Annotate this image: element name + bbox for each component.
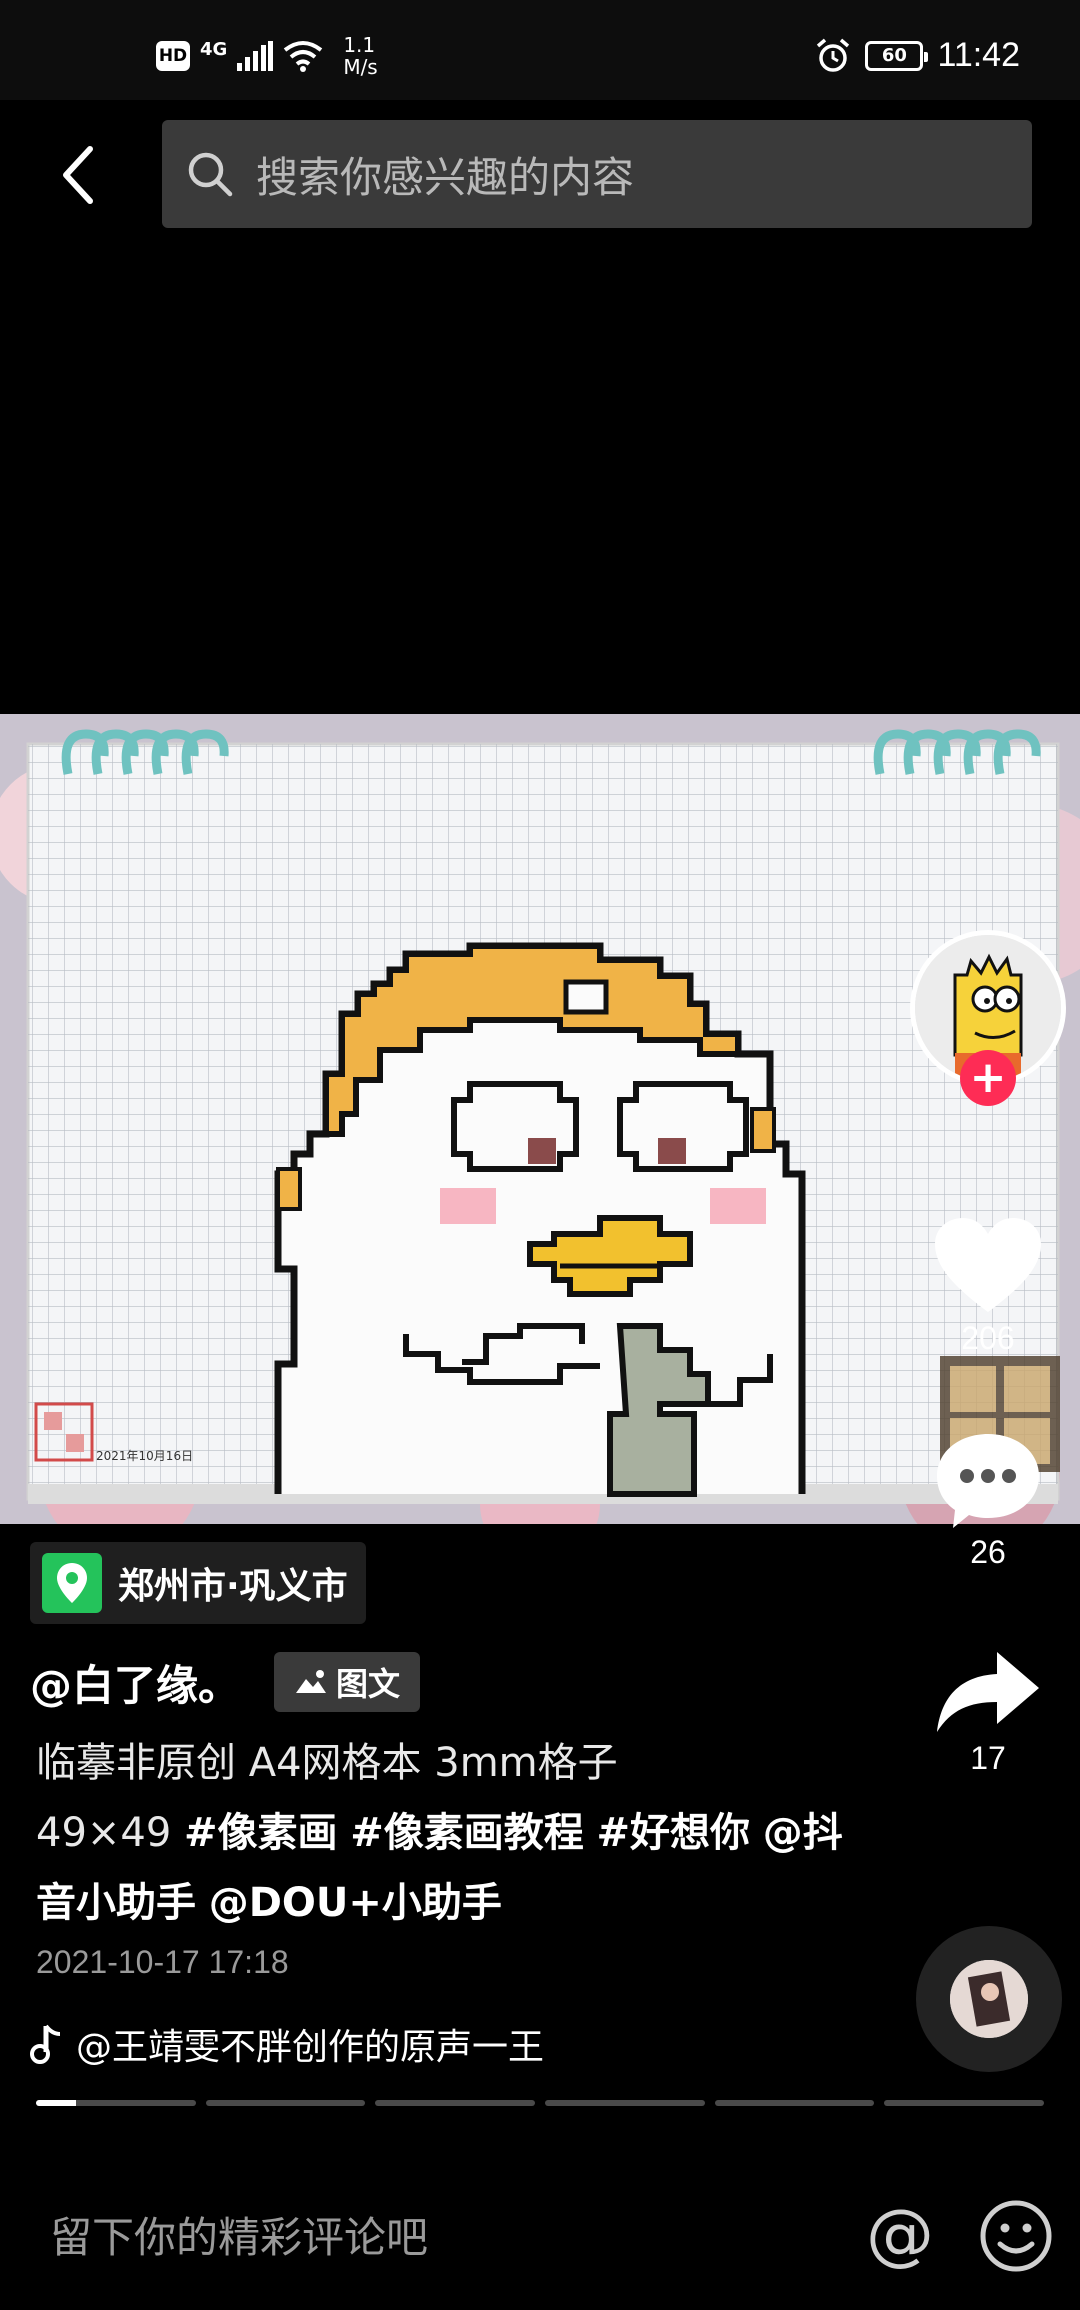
share-count: 17 [970, 1740, 1006, 1776]
hashtag-link[interactable]: #好想你 [597, 1810, 751, 1856]
battery-icon: 60 [865, 40, 929, 71]
battery-level: 60 [881, 45, 907, 66]
caption-line-1: 临摹非原创 A4网格本 3mm格子 [36, 1740, 618, 1786]
search-icon [188, 152, 233, 197]
hd-badge: HD [156, 41, 190, 71]
hashtag-link[interactable]: #像素画教程 [350, 1810, 584, 1856]
progress-segment [36, 2100, 196, 2106]
post-caption: 临摹非原创 A4网格本 3mm格子 49×49 #像素画 #像素画教程 #好想你… [36, 1728, 876, 1938]
status-left: HD 4G 1.1 M/s [156, 34, 378, 78]
share-action[interactable]: 17 [920, 1646, 1056, 1777]
image-icon [296, 1670, 327, 1693]
hashtag-link[interactable]: #像素画 [184, 1810, 338, 1856]
location-text: 郑州市·巩义市 [118, 1566, 348, 1607]
image-stamp-date: 2021年10月16日 [96, 1449, 193, 1463]
chevron-left-icon [63, 146, 93, 204]
heart-icon[interactable] [933, 1216, 1043, 1316]
emoji-icon[interactable] [978, 2198, 1054, 2274]
speed-value: 1.1 [343, 33, 376, 57]
music-title: @王靖雯不胖创作的原声一王 [76, 2027, 545, 2068]
post-type-label: 图文 [336, 1665, 401, 1703]
author-name[interactable]: @白了缘。 [30, 1652, 240, 1713]
progress-segment [884, 2100, 1045, 2106]
music-row[interactable]: @王靖雯不胖创作的原声一王 [30, 2018, 544, 2070]
wifi-icon [284, 41, 323, 72]
notebook-photo: 2021年10月16日 [0, 714, 1080, 1524]
progress-segment [375, 2100, 536, 2106]
music-cover [950, 1960, 1028, 2038]
mention-button[interactable]: @ [860, 2194, 940, 2274]
comment-bar: 留下你的精彩评论吧 @ [0, 2160, 1080, 2310]
music-note-icon [30, 2024, 61, 2064]
post-image[interactable]: 2021年10月16日 [0, 714, 1080, 1524]
speed-unit: M/s [343, 55, 378, 79]
status-right: 60 11:42 [815, 36, 1020, 75]
comment-count: 26 [970, 1534, 1006, 1570]
author-avatar-wrap[interactable]: + [910, 930, 1066, 1106]
network-type: 4G [200, 38, 228, 60]
share-icon[interactable] [933, 1646, 1043, 1736]
post-type-badge: 图文 [274, 1652, 421, 1712]
image-progress [36, 2100, 1045, 2108]
progress-segment [714, 2100, 875, 2106]
post-time: 2021-10-17 17:18 [36, 1944, 289, 1980]
location-pin-icon [42, 1553, 102, 1613]
music-disc[interactable] [916, 1926, 1062, 2072]
search-placeholder: 搜索你感兴趣的内容 [256, 152, 635, 202]
comment-input[interactable]: 留下你的精彩评论吧 [50, 2204, 428, 2265]
progress-segment [545, 2100, 705, 2106]
caption-grid-size: 49×49 [36, 1810, 185, 1856]
back-button[interactable] [48, 140, 108, 210]
status-time: 11:42 [937, 36, 1020, 74]
mention-link[interactable]: @DOU+小助手 [209, 1880, 502, 1926]
follow-button[interactable]: + [960, 1050, 1016, 1106]
alarm-icon [817, 38, 850, 72]
author-row: @白了缘。 图文 [30, 1650, 421, 1714]
location-chip[interactable]: 郑州市·巩义市 [30, 1542, 366, 1624]
network-speed: 1.1 M/s [343, 34, 377, 78]
comment-icon[interactable] [933, 1430, 1043, 1530]
status-bar: HD 4G 1.1 M/s 60 11:42 [0, 0, 1080, 100]
progress-segment-fill [36, 2100, 76, 2106]
like-count: 206 [961, 1320, 1015, 1356]
like-action[interactable]: 206 [920, 1216, 1056, 1357]
signal-icon [237, 41, 274, 71]
comment-action[interactable]: 26 [920, 1430, 1056, 1571]
search-input[interactable]: 搜索你感兴趣的内容 [162, 120, 1032, 228]
progress-segment [205, 2100, 366, 2106]
